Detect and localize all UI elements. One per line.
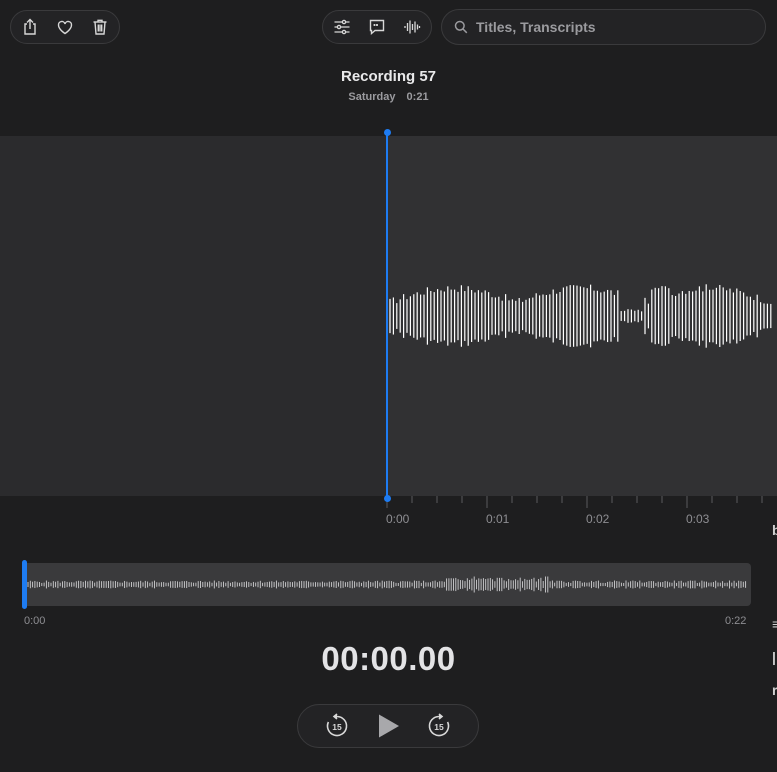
recording-duration: 0:21 [406,91,429,103]
skip-forward-15-icon: 15 [428,713,449,737]
play-icon [378,714,399,738]
overview-start-time: 0:00 [24,615,46,627]
heart-icon [57,20,73,35]
recording-title[interactable]: Recording 57 [0,68,777,85]
share-button[interactable] [12,10,47,44]
clipped-edge-text: | [772,649,776,665]
transport-controls: 15 15 [297,704,479,748]
toolbar-middle-group [322,10,432,44]
skip-back-button[interactable]: 15 [317,706,357,746]
favorite-button[interactable] [47,10,82,44]
timeline-label-2: 0:02 [586,512,610,526]
trash-icon [93,19,107,35]
overview-playhead-handle[interactable] [22,560,27,609]
waveform-graph [389,284,772,348]
current-time-display: 00:00.00 [321,640,456,677]
search-input[interactable] [474,18,748,36]
timeline-label-0: 0:00 [386,512,410,526]
overview-scrubber[interactable] [22,563,751,606]
play-button[interactable] [368,706,408,746]
quote-bubble-icon [369,19,385,36]
toolbar-left-group [10,10,120,44]
playhead-top-handle[interactable] [383,129,391,136]
skip-forward-seconds: 15 [434,722,444,732]
search-icon [454,20,468,34]
waveform-icon [404,20,421,34]
sliders-icon [334,19,350,35]
waveform-editor[interactable] [0,136,777,496]
recording-day: Saturday [348,91,396,103]
skip-back-seconds: 15 [333,722,343,732]
timeline-label-3: 0:03 [686,512,710,526]
delete-button[interactable] [83,10,118,44]
recording-meta: Saturday 0:21 [0,91,777,103]
waveform-button[interactable] [395,10,430,44]
overview-waveform [27,576,747,593]
transcript-button[interactable] [359,10,394,44]
skip-back-15-icon: 15 [327,713,348,737]
clipped-edge-text: b [772,522,777,538]
share-icon [23,18,36,35]
search-field[interactable] [441,9,766,45]
options-button[interactable] [324,10,359,44]
playhead-bottom-handle[interactable] [383,495,391,502]
playhead[interactable] [386,132,388,499]
clipped-edge-text: ≡ [772,616,777,632]
overview-end-time: 0:22 [725,615,747,627]
skip-forward-button[interactable]: 15 [419,706,459,746]
timeline-label-1: 0:01 [486,512,510,526]
clipped-edge-text: r [772,682,777,698]
